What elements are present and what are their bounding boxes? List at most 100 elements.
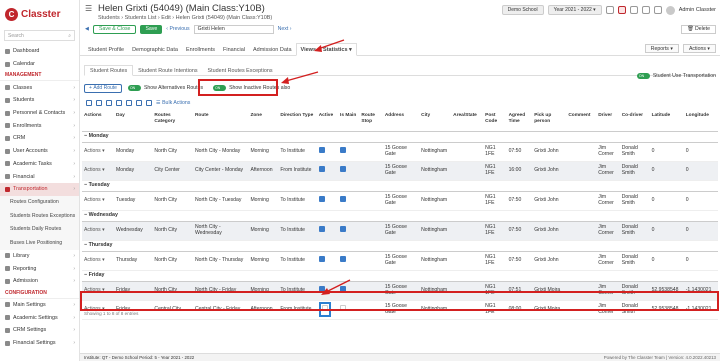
column-header-longitude[interactable]: Longitude: [683, 112, 718, 132]
csv-icon[interactable]: [106, 100, 112, 106]
sidebar-item-dashboard[interactable]: Dashboard: [0, 45, 79, 58]
avatar[interactable]: [665, 5, 675, 15]
active-checkbox[interactable]: [318, 147, 325, 154]
sidebar-item-reporting[interactable]: Reporting ›: [0, 262, 79, 275]
student-use-transport[interactable]: ON Student Use Transportation: [636, 73, 716, 79]
subtab-route-intentions[interactable]: Student Route Intentions: [133, 65, 202, 76]
breadcrumb-students[interactable]: Students: [98, 15, 120, 21]
notification-icon[interactable]: [617, 6, 626, 14]
sidebar-subitem-routes-configuration[interactable]: Routes Configuration: [0, 195, 79, 210]
transport-toggle[interactable]: ON: [636, 73, 650, 79]
sidebar-item-academic-tasks[interactable]: Academic Tasks ›: [0, 158, 79, 171]
brand[interactable]: C Classter: [0, 0, 79, 28]
tab-financial[interactable]: Financial: [219, 43, 249, 56]
sidebar-item-user-accounts[interactable]: User Accounts ›: [0, 145, 79, 158]
help-icon[interactable]: [653, 6, 662, 14]
tab-enrollments[interactable]: Enrollments: [182, 43, 219, 56]
column-header-post-code[interactable]: Post Code: [483, 112, 507, 132]
show-alternatives-toggle[interactable]: ON Show Alternatives Routes: [127, 85, 203, 91]
sidebar-subitem-buses-live-positioning[interactable]: Buses Live Positioning: [0, 236, 79, 250]
subtab-routes-exceptions[interactable]: Student Routes Exceptions: [203, 65, 278, 76]
column-header-active[interactable]: Active: [316, 112, 339, 132]
is-main-checkbox[interactable]: [340, 196, 347, 203]
column-header-address[interactable]: Address: [382, 112, 420, 132]
group-row-wednesday[interactable]: − Wednesday: [82, 210, 718, 222]
copy-icon[interactable]: [86, 100, 92, 106]
column-header-is-main[interactable]: Is Main: [338, 112, 360, 132]
group-row-thursday[interactable]: − Thursday: [82, 240, 718, 252]
sidebar-item-financial-settings[interactable]: Financial Settings ›: [0, 337, 79, 350]
excel-icon[interactable]: [96, 100, 102, 106]
sidebar-search-input[interactable]: Search ⌕: [4, 30, 75, 41]
column-header-driver[interactable]: Driver: [596, 112, 620, 132]
sidebar-item-library[interactable]: Library ›: [0, 250, 79, 263]
alternatives-switch[interactable]: ON: [127, 85, 141, 91]
active-checkbox[interactable]: [318, 196, 325, 203]
year-selector[interactable]: Year 2021 - 2022 ▾: [547, 5, 602, 15]
column-header-city[interactable]: City: [419, 112, 452, 132]
sidebar-item-financial[interactable]: Financial ›: [0, 170, 79, 183]
group-row-friday[interactable]: − Friday: [82, 270, 718, 282]
subtab-student-routes[interactable]: Student Routes: [84, 65, 134, 76]
sidebar-item-main-settings[interactable]: Main Settings ›: [0, 299, 79, 312]
is-main-checkbox[interactable]: [340, 226, 347, 233]
tab-demographic-data[interactable]: Demographic Data: [128, 43, 182, 56]
tab-admission-data[interactable]: Admission Data: [249, 43, 296, 56]
column-header-comment[interactable]: Comment: [566, 112, 597, 132]
column-header-agreed-time[interactable]: Agreed Time: [506, 112, 533, 132]
column-header-route[interactable]: Route: [192, 112, 249, 132]
is-main-checkbox[interactable]: [340, 166, 347, 173]
sidebar-item-calendar[interactable]: Calendar: [0, 58, 79, 71]
row-actions-dropdown[interactable]: Actions ▾: [82, 161, 114, 181]
bulk-actions-button[interactable]: ☰ Bulk Actions: [156, 100, 190, 106]
save-button[interactable]: Save: [140, 24, 163, 34]
active-checkbox[interactable]: [318, 256, 325, 263]
sidebar-subitem-students-daily-routes[interactable]: Students Daily Routes: [0, 222, 79, 237]
column-header-actions[interactable]: Actions: [82, 112, 114, 132]
sidebar-subitem-students-routes-exceptions[interactable]: Students Routes Exceptions: [0, 209, 79, 223]
column-header-direction-type[interactable]: Direction Type: [278, 112, 317, 132]
column-header-route-stop[interactable]: Route Stop: [359, 112, 383, 132]
sidebar-item-enrollments[interactable]: Enrollments ›: [0, 119, 79, 132]
sidebar-item-classes[interactable]: Classes ›: [0, 81, 79, 94]
tab-student-profile[interactable]: Student Profile: [84, 43, 128, 56]
row-actions-dropdown[interactable]: Actions ▾: [82, 191, 114, 211]
breadcrumb-students-list[interactable]: Students List: [125, 15, 157, 21]
is-main-checkbox[interactable]: [340, 147, 347, 154]
column-header-pick-up-person[interactable]: Pick up person: [532, 112, 567, 132]
breadcrumb-edit[interactable]: Edit: [161, 15, 170, 21]
column-header-routes-category[interactable]: Routes Category: [152, 112, 193, 132]
row-actions-dropdown[interactable]: Actions ▾: [82, 221, 114, 241]
column-header-latitude[interactable]: Latitude: [649, 112, 684, 132]
sidebar-item-crm-settings[interactable]: CRM Settings ›: [0, 324, 79, 337]
is-main-checkbox[interactable]: [340, 256, 347, 263]
active-checkbox[interactable]: [318, 226, 325, 233]
column-header-co-driver[interactable]: Co-driver: [619, 112, 650, 132]
columns-icon[interactable]: [136, 100, 142, 106]
add-route-button[interactable]: + Add Route: [84, 83, 122, 93]
student-select[interactable]: Grixti Helen: [193, 24, 274, 34]
pdf-icon[interactable]: [116, 100, 122, 106]
save-close-button[interactable]: Save & Close: [93, 24, 137, 34]
sidebar-item-crm[interactable]: CRM ›: [0, 132, 79, 145]
actions-button[interactable]: Actions ▾: [682, 44, 716, 53]
group-row-monday[interactable]: − Monday: [82, 131, 718, 143]
sidebar-item-personnel-contacts[interactable]: Personnel & Contacts ›: [0, 107, 79, 120]
reports-button[interactable]: Reports ▾: [644, 44, 679, 53]
row-actions-dropdown[interactable]: Actions ▾: [82, 142, 114, 162]
mail-icon[interactable]: [629, 6, 638, 14]
refresh-icon[interactable]: [641, 6, 650, 14]
sidebar-item-admission[interactable]: Admission ›: [0, 275, 79, 288]
previous-link[interactable]: ‹ Previous: [166, 26, 189, 32]
row-actions-dropdown[interactable]: Actions ▾: [82, 251, 114, 271]
delete-button[interactable]: 🗑 Delete: [680, 24, 716, 34]
sidebar-item-academic-settings[interactable]: Academic Settings ›: [0, 311, 79, 324]
refresh-table-icon[interactable]: [146, 100, 152, 106]
school-selector[interactable]: Demo School: [501, 5, 544, 15]
calendar-icon[interactable]: [605, 6, 614, 14]
sidebar-item-transportation[interactable]: Transportation ›: [0, 182, 79, 196]
column-header-area-state[interactable]: Area/State: [451, 112, 484, 132]
sidebar-item-students[interactable]: Students ›: [0, 94, 79, 107]
active-checkbox[interactable]: [318, 166, 325, 173]
group-row-tuesday[interactable]: − Tuesday: [82, 180, 718, 192]
